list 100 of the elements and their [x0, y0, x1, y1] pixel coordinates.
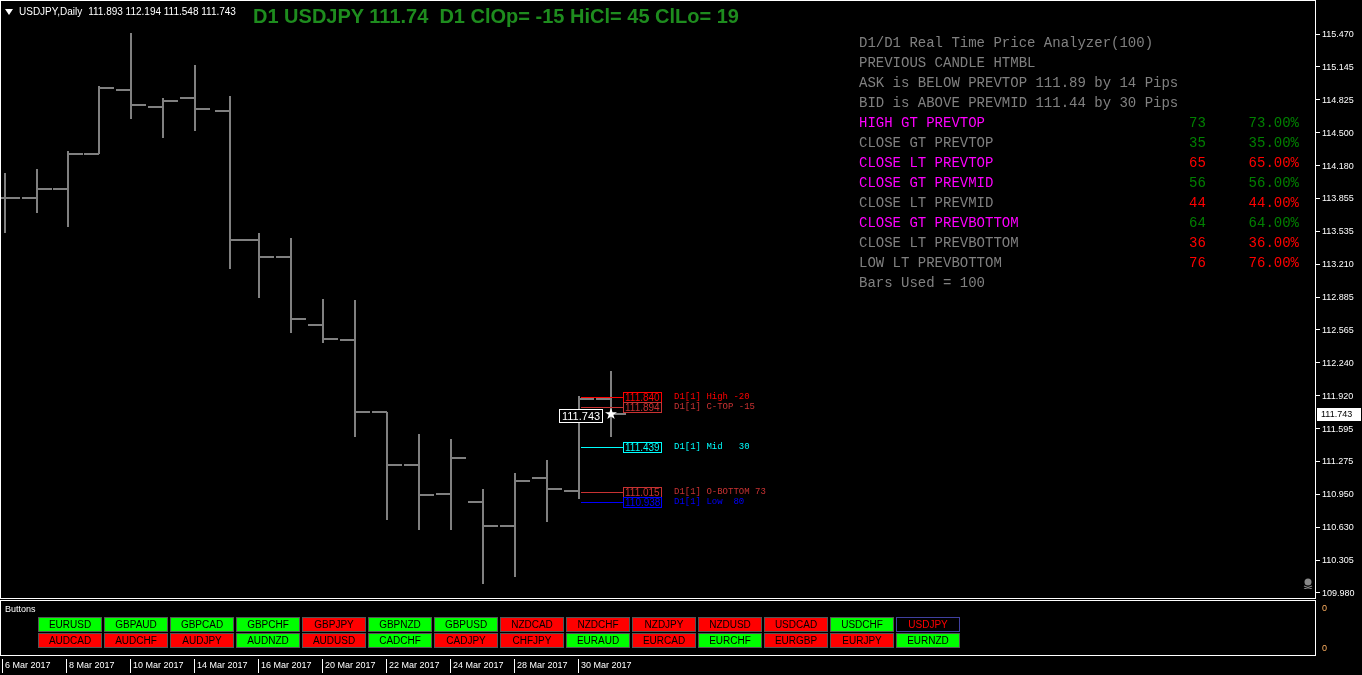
symbol-button[interactable]: GBPUSD — [434, 617, 498, 632]
symbol-button[interactable]: GBPAUD — [104, 617, 168, 632]
symbol-button[interactable]: USDCAD — [764, 617, 828, 632]
price-axis-label: 113.535 — [1322, 225, 1354, 238]
price-axis-label: 114.500 — [1322, 126, 1354, 139]
symbol-button[interactable]: EURCHF — [698, 633, 762, 648]
symbol-button[interactable]: CADJPY — [434, 633, 498, 648]
symbol-button[interactable]: EURGBP — [764, 633, 828, 648]
stat-percent: 35.00% — [1247, 134, 1299, 153]
level-label: D1[1] Mid 30 — [674, 443, 750, 452]
symbol-button[interactable]: AUDUSD — [302, 633, 366, 648]
current-price-label: 111.743 — [559, 409, 604, 423]
stat-count: 56 — [1189, 174, 1207, 193]
analyzer-title: D1/D1 Real Time Price Analyzer(100) — [859, 34, 1155, 53]
stat-label: CLOSE LT PREVTOP — [859, 154, 995, 173]
symbol-button[interactable]: GBPJPY — [302, 617, 366, 632]
price-axis-label: 112.240 — [1322, 356, 1354, 369]
symbol-button[interactable]: EURJPY — [830, 633, 894, 648]
date-axis-label: 24 Mar 2017 — [450, 659, 504, 673]
date-axis-label: 28 Mar 2017 — [514, 659, 568, 673]
symbol-button[interactable]: NZDCAD — [500, 617, 564, 632]
stat-count: 73 — [1189, 114, 1207, 133]
symbol-button[interactable]: AUDJPY — [170, 633, 234, 648]
level-price-label: 110.938 — [623, 497, 663, 508]
stat-count: 65 — [1189, 154, 1207, 173]
price-axis-label: 111.275 — [1322, 455, 1354, 468]
symbol-button[interactable]: EURCAD — [632, 633, 696, 648]
symbol-button[interactable]: EURAUD — [566, 633, 630, 648]
symbol-button[interactable]: USDCHF — [830, 617, 894, 632]
stat-percent: 64.00% — [1247, 214, 1299, 233]
price-axis-label: 111.595 — [1322, 422, 1354, 435]
stat-percent: 44.00% — [1247, 194, 1299, 213]
chart-symbol: USDJPY,Daily — [19, 5, 83, 19]
date-axis-label: 30 Mar 2017 — [578, 659, 632, 673]
symbol-button[interactable]: NZDUSD — [698, 617, 762, 632]
stat-label: LOW LT PREVBOTTOM — [859, 254, 1003, 273]
symbol-button[interactable]: GBPCAD — [170, 617, 234, 632]
stat-count: 44 — [1189, 194, 1207, 213]
symbol-button[interactable]: EURUSD — [38, 617, 102, 632]
chart-quotes: 111.893 112.194 111.548 111.743 — [88, 5, 236, 19]
stat-percent: 73.00% — [1247, 114, 1299, 133]
ask-status: ASK is BELOW PREVTOP 111.89 by 14 Pips — [859, 74, 1180, 93]
price-axis-label: 115.470 — [1322, 28, 1354, 40]
stat-count: 76 — [1189, 254, 1207, 273]
stat-label: HIGH GT PREVTOP — [859, 114, 987, 133]
date-axis-label: 6 Mar 2017 — [2, 659, 51, 673]
price-axis-label: 111.920 — [1322, 389, 1354, 402]
symbol-button[interactable]: GBPCHF — [236, 617, 300, 632]
symbol-button[interactable]: NZDCHF — [566, 617, 630, 632]
level-price-label: 111.439 — [623, 442, 662, 453]
price-axis-label: 110.305 — [1322, 554, 1354, 567]
level-label: D1[1] Low 80 — [674, 498, 745, 507]
stat-percent: 36.00% — [1247, 234, 1299, 253]
bid-status: BID is ABOVE PREVMID 111.44 by 30 Pips — [859, 94, 1180, 113]
price-axis-label: 113.210 — [1322, 258, 1354, 271]
stat-percent: 76.00% — [1247, 254, 1299, 273]
symbol-button[interactable]: NZDJPY — [632, 617, 696, 632]
level-price-label: 111.894 — [623, 402, 662, 413]
level-label: D1[1] O-BOTTOM 73 — [674, 488, 766, 497]
symbol-button[interactable]: USDJPY — [896, 617, 960, 632]
stat-label: CLOSE GT PREVMID — [859, 174, 995, 193]
symbol-button[interactable]: AUDCAD — [38, 633, 102, 648]
stat-percent: 65.00% — [1247, 154, 1299, 173]
stat-count: 64 — [1189, 214, 1207, 233]
stat-label: CLOSE LT PREVBOTTOM — [859, 234, 1020, 253]
analyzer-subtitle: PREVIOUS CANDLE HTMBL — [859, 54, 1037, 73]
bars-used: Bars Used = 100 — [859, 274, 987, 293]
star-icon — [605, 408, 617, 420]
symbol-button[interactable]: GBPNZD — [368, 617, 432, 632]
stat-label: CLOSE LT PREVMID — [859, 194, 995, 213]
date-axis-label: 22 Mar 2017 — [386, 659, 440, 673]
symbol-button[interactable]: AUDNZD — [236, 633, 300, 648]
level-label: D1[1] High -20 — [674, 393, 750, 402]
price-axis-label: 115.145 — [1322, 60, 1354, 73]
symbol-button[interactable]: CADCHF — [368, 633, 432, 648]
price-axis-label: 110.630 — [1322, 521, 1354, 534]
symbol-button[interactable]: AUDCHF — [104, 633, 168, 648]
date-axis-label: 8 Mar 2017 — [66, 659, 115, 673]
skull-icon — [1303, 578, 1313, 589]
subwindow-axis-label: 0 — [1322, 642, 1327, 655]
level-label: D1[1] C-TOP -15 — [674, 403, 755, 412]
dropdown-icon[interactable] — [5, 8, 13, 15]
price-axis-label: 109.980 — [1322, 586, 1355, 599]
subwindow-axis-label: 0 — [1322, 602, 1327, 615]
price-axis-label: 110.950 — [1322, 488, 1354, 501]
stat-count: 36 — [1189, 234, 1207, 253]
price-axis-label: 114.180 — [1322, 159, 1354, 172]
stat-count: 35 — [1189, 134, 1207, 153]
price-axis-label: 112.885 — [1322, 291, 1354, 304]
price-axis-label: 114.825 — [1322, 93, 1354, 106]
price-axis-label: 113.855 — [1322, 192, 1354, 205]
symbol-button[interactable]: EURNZD — [896, 633, 960, 648]
stat-label: CLOSE GT PREVTOP — [859, 134, 995, 153]
date-axis-label: 16 Mar 2017 — [258, 659, 312, 673]
headline: D1 USDJPY 111.74 D1 ClOp= -15 HiCl= 45 ClLo= 19 — [253, 4, 739, 28]
date-axis-label: 14 Mar 2017 — [194, 659, 248, 673]
date-axis-label: 20 Mar 2017 — [322, 659, 376, 673]
symbol-button[interactable]: CHFJPY — [500, 633, 564, 648]
current-price-marker: 111.743 — [1317, 408, 1361, 421]
stat-label: CLOSE GT PREVBOTTOM — [859, 214, 1020, 233]
